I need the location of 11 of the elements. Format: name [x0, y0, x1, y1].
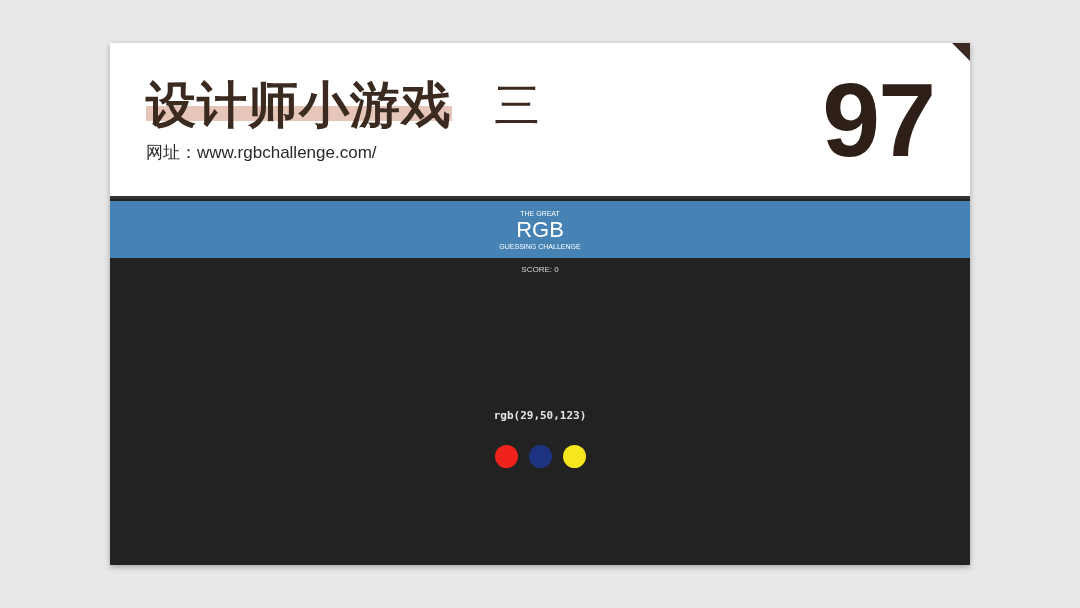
slide-title: 设计师小游戏 [146, 79, 452, 130]
title-mark: 三 [494, 81, 540, 128]
rgb-prompt: rgb(29,50,123) [493, 408, 587, 424]
color-option[interactable] [528, 444, 552, 468]
corner-triangle-icon [952, 43, 970, 61]
color-option[interactable] [562, 444, 586, 468]
url-text: 网址：www.rgbchallenge.com/ [146, 141, 378, 164]
slide-number: 97 [822, 67, 934, 172]
score-text: SCORE: 0 [521, 264, 559, 276]
banner-title: RGB [516, 218, 564, 241]
color-option[interactable] [494, 444, 518, 468]
